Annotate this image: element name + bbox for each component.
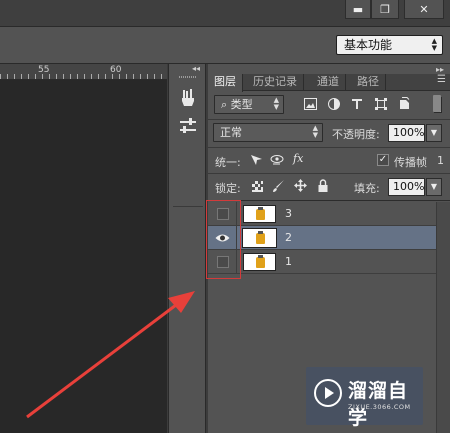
opacity-input[interactable]: 100% (388, 124, 425, 142)
play-logo-icon (314, 379, 342, 407)
tab-history[interactable]: 历史记录 (247, 74, 304, 91)
bucket-icon (256, 231, 265, 244)
bucket-icon (256, 255, 265, 268)
unify-visibility-icon[interactable] (270, 153, 284, 167)
options-bar: 基本功能 ▲ ▼ (0, 26, 450, 64)
filter-row: ⌕ 类型 ▲ ▼ (208, 95, 450, 117)
lock-transparent-icon[interactable] (252, 181, 263, 192)
workspace-label: 基本功能 (344, 38, 393, 52)
layer-thumbnail (242, 228, 277, 248)
layer-name[interactable]: 2 (285, 231, 292, 244)
annotation-highlight-box (206, 200, 241, 279)
blend-mode-label: 正常 (220, 126, 242, 139)
divider (208, 200, 450, 201)
unify-row: 统一: fx ✓ 传播帧 1 (208, 150, 450, 172)
collapse-panel-icon[interactable]: ▸▸ (436, 65, 444, 74)
layer-row[interactable]: 2 (208, 226, 436, 250)
type-filter-icon[interactable] (351, 98, 363, 110)
lock-row: 锁定: 填充: 100% ▼ (208, 176, 450, 198)
layer-row[interactable]: 3 (208, 202, 436, 226)
unify-position-icon[interactable] (249, 153, 263, 167)
dock-separator (173, 206, 203, 207)
unify-style-icon[interactable]: fx (293, 152, 303, 165)
filter-type-label: 类型 (230, 98, 253, 111)
opacity-label: 不透明度: (332, 128, 380, 141)
layer-name[interactable]: 3 (285, 207, 292, 220)
lock-all-icon[interactable] (318, 179, 328, 192)
document-canvas[interactable]: 55 60 (0, 64, 167, 433)
propagate-value: 1 (437, 154, 444, 167)
propagate-checkbox[interactable]: ✓ (377, 154, 389, 166)
chevron-updown-icon: ▲ ▼ (273, 96, 279, 111)
lock-pixels-icon[interactable] (272, 179, 285, 193)
ruler-ticks (0, 74, 167, 79)
layer-row[interactable]: 1 (208, 250, 436, 274)
workspace-select[interactable]: 基本功能 ▲ ▼ (336, 35, 443, 55)
scrollbar-thumb[interactable] (433, 95, 441, 112)
bucket-icon (256, 207, 265, 220)
filter-type-select[interactable]: ⌕ 类型 ▲ ▼ (214, 95, 284, 114)
adjustment-filter-icon[interactable] (328, 98, 340, 110)
watermark: 溜溜自学 ZIXUE.3066.COM (306, 367, 423, 429)
blend-row: 正常 ▲ ▼ 不透明度: 100% ▼ (208, 122, 450, 144)
panel-dock-column (168, 64, 206, 433)
layer-name[interactable]: 1 (285, 255, 292, 268)
close-icon: ✕ (419, 2, 429, 16)
brush-presets-button[interactable] (174, 86, 202, 110)
blend-mode-select[interactable]: 正常 ▲ ▼ (213, 123, 323, 142)
propagate-label: 传播帧 (394, 156, 427, 169)
minimize-icon: ▬ (352, 2, 364, 16)
divider (208, 119, 450, 120)
shape-filter-icon[interactable] (375, 98, 387, 110)
adjustments-button[interactable] (174, 114, 202, 138)
pixel-filter-icon[interactable] (304, 98, 317, 110)
unify-label: 统一: (215, 156, 241, 169)
brush-icon (182, 89, 194, 106)
fill-dropdown-button[interactable]: ▼ (426, 178, 442, 196)
lock-label: 锁定: (215, 182, 241, 195)
panel-tabs: 图层 历史记录 通道 路径 ☰ (208, 74, 450, 92)
panel-menu-icon[interactable]: ☰ (437, 74, 446, 85)
lock-position-icon[interactable] (294, 179, 307, 192)
search-icon: ⌕ (221, 98, 228, 111)
minimize-button[interactable]: ▬ (345, 0, 371, 19)
divider (208, 173, 450, 174)
tab-paths[interactable]: 路径 (351, 74, 386, 91)
title-bar: ▬ ❐ ✕ (0, 0, 450, 26)
chevron-updown-icon: ▲ ▼ (312, 124, 318, 139)
fill-label: 填充: (354, 182, 380, 195)
sliders-icon (180, 118, 196, 133)
restore-button[interactable]: ❐ (371, 0, 399, 19)
tab-layers[interactable]: 图层 (208, 74, 243, 92)
collapse-dock-icon[interactable]: ◂◂ (192, 64, 200, 73)
dock-grip[interactable] (179, 76, 197, 78)
restore-icon: ❐ (380, 2, 390, 16)
layer-scrollbar[interactable] (436, 202, 450, 433)
close-button[interactable]: ✕ (404, 0, 444, 19)
tab-channels[interactable]: 通道 (311, 74, 346, 91)
watermark-url: ZIXUE.3066.COM (348, 403, 411, 411)
smart-object-filter-icon[interactable] (399, 97, 410, 110)
layer-thumbnail (243, 253, 276, 271)
chevron-updown-icon: ▲ ▼ (431, 37, 437, 52)
layer-thumbnail (243, 205, 276, 223)
divider (208, 147, 450, 148)
opacity-dropdown-button[interactable]: ▼ (426, 124, 442, 142)
horizontal-ruler: 55 60 (0, 64, 167, 80)
fill-input[interactable]: 100% (388, 178, 425, 196)
